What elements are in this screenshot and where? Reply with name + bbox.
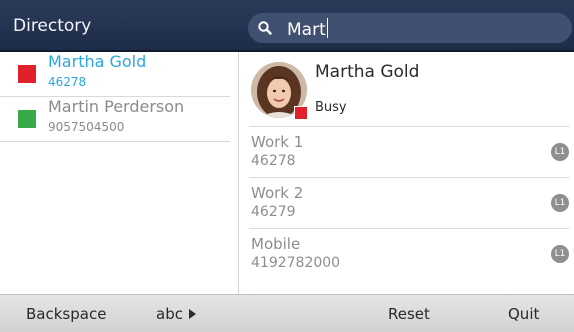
contact-number: 46278 — [48, 75, 87, 89]
list-item[interactable]: Martin Perderson 9057504500 — [0, 97, 230, 142]
search-text: Mart — [287, 18, 328, 40]
phone-label: Work 2 — [251, 184, 304, 202]
phone-label: Work 1 — [251, 133, 304, 151]
phone-number: 46278 — [251, 153, 296, 169]
detail-name: Martha Gold — [315, 62, 420, 82]
phone-number: 4192782000 — [251, 255, 341, 271]
abc-label: abc — [156, 305, 183, 323]
quit-softkey[interactable]: Quit — [508, 305, 539, 323]
text-cursor — [326, 18, 328, 38]
list-item[interactable]: Martha Gold 46278 — [0, 52, 230, 97]
page-title: Directory — [13, 16, 92, 36]
softkey-bar: Backspace abc Reset Quit — [0, 294, 574, 332]
abc-softkey[interactable]: abc — [156, 305, 196, 323]
contact-name: Martin Perderson — [48, 97, 185, 116]
backspace-softkey[interactable]: Backspace — [26, 305, 106, 323]
contact-name: Martha Gold — [48, 52, 147, 71]
line-icon: L1 — [551, 245, 569, 263]
phone-row-work2[interactable]: Work 2 46279 L1 — [249, 177, 569, 228]
phone-label: Mobile — [251, 235, 301, 253]
phone-row-work1[interactable]: Work 1 46278 L1 — [249, 126, 569, 177]
arrow-right-icon — [188, 309, 196, 319]
reset-softkey[interactable]: Reset — [388, 305, 430, 323]
search-icon — [258, 21, 272, 35]
presence-indicator — [294, 106, 308, 120]
detail-status: Busy — [315, 100, 347, 115]
phone-row-mobile[interactable]: Mobile 4192782000 L1 — [249, 228, 569, 279]
directory-screen: Directory Mart Martha Gold 46278 Martin … — [0, 0, 574, 332]
header-bar: Directory Mart — [0, 0, 574, 52]
search-input[interactable]: Mart — [248, 13, 572, 43]
presence-indicator — [18, 110, 36, 128]
contact-detail: Martha Gold Busy Work 1 46278 L1 Work 2 … — [239, 52, 574, 294]
contact-number: 9057504500 — [48, 120, 125, 134]
phone-number: 46279 — [251, 204, 296, 220]
results-list: Martha Gold 46278 Martin Perderson 90575… — [0, 52, 239, 294]
line-icon: L1 — [551, 194, 569, 212]
presence-indicator — [18, 65, 36, 83]
line-icon: L1 — [551, 143, 569, 161]
